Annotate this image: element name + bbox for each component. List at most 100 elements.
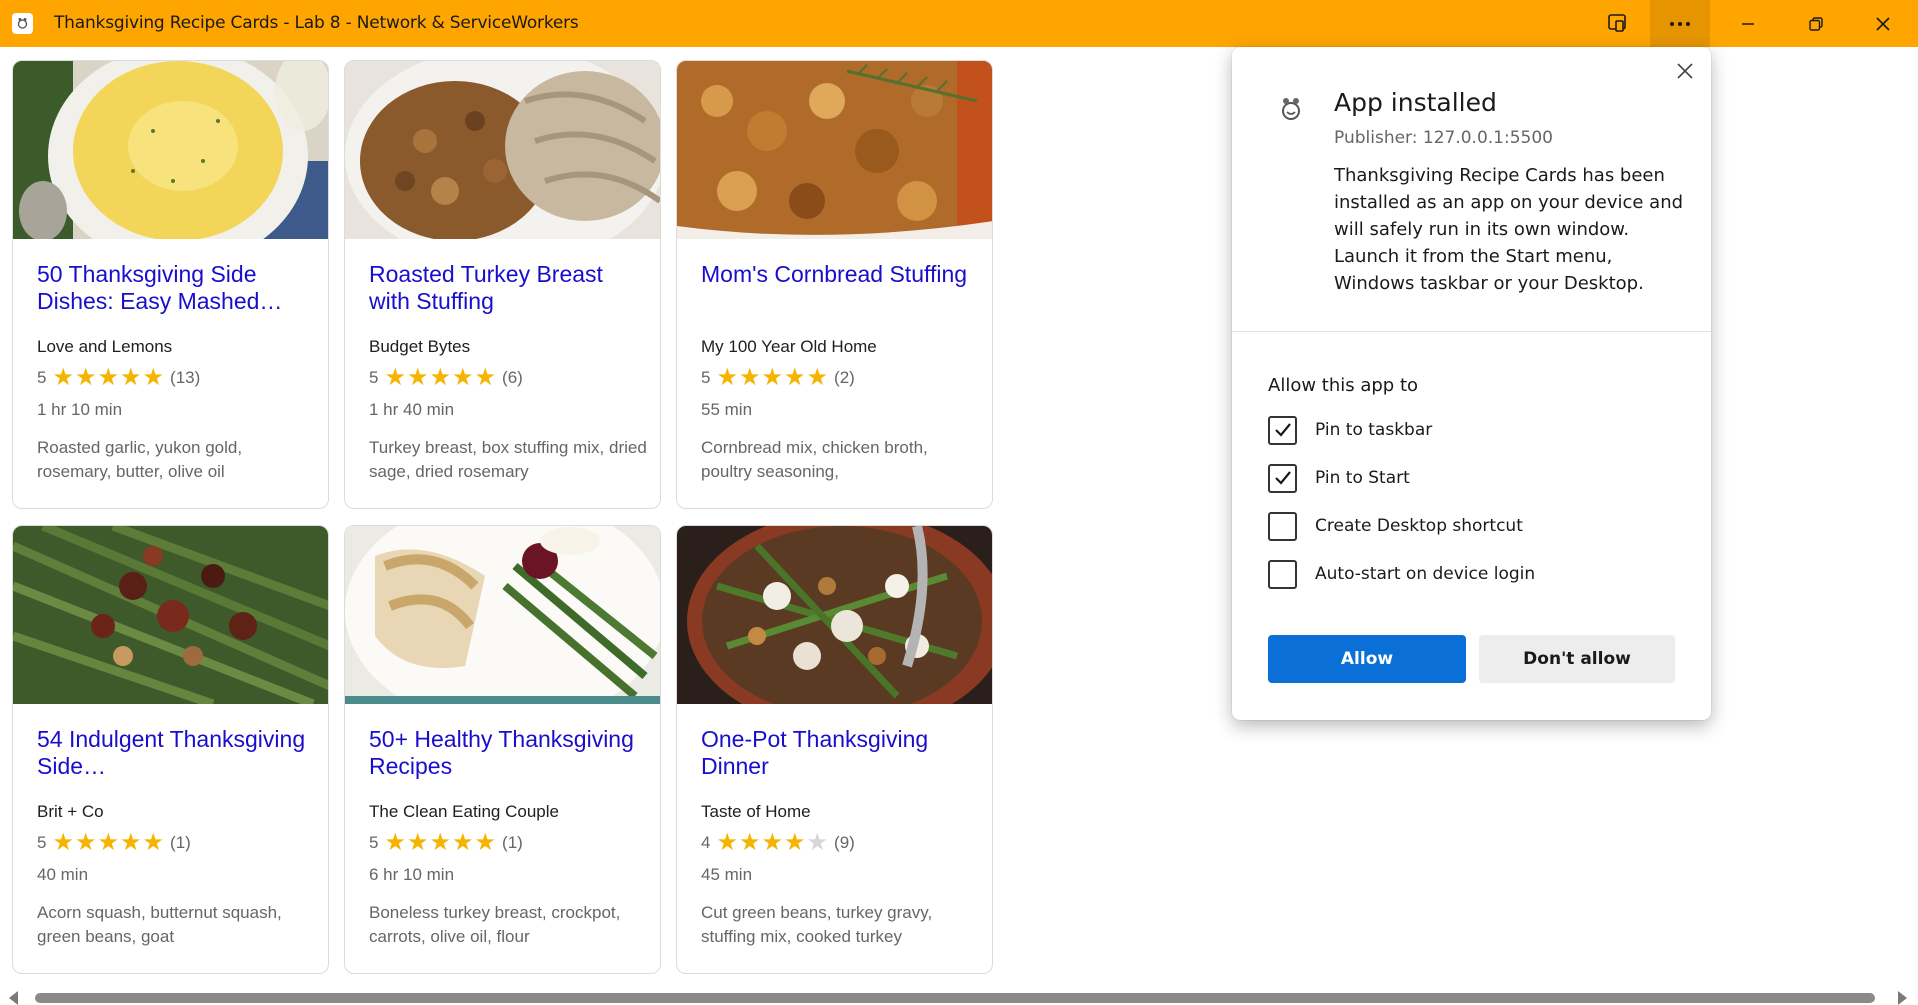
close-icon: [1876, 16, 1890, 31]
star-icon: ★: [452, 364, 474, 391]
cornbread-stuffing-photo: [677, 61, 992, 239]
dont-allow-button[interactable]: Don't allow: [1479, 635, 1675, 683]
close-window-button[interactable]: [1853, 0, 1913, 47]
star-rating: ★ ★ ★ ★ ★: [52, 364, 164, 391]
recipe-card[interactable]: 50+ Healthy Thanksgiving Recipes The Cle…: [344, 525, 661, 974]
star-icon: ★: [716, 364, 738, 391]
checkmark-icon: [1274, 423, 1291, 437]
recipe-rating: 4 ★ ★ ★ ★ ★ (9): [701, 829, 855, 856]
star-icon: ★: [784, 364, 806, 391]
option-pin-to-start[interactable]: Pin to Start: [1268, 463, 1410, 493]
star-icon: ★: [120, 364, 142, 391]
recipe-rating: 5 ★ ★ ★ ★ ★ (6): [369, 364, 523, 391]
recipe-time: 40 min: [37, 865, 89, 884]
recipe-ingredients: Turkey breast, box stuffing mix, dried s…: [369, 438, 647, 481]
rating-count: (6): [502, 368, 523, 387]
option-auto-start[interactable]: Auto-start on device login: [1268, 559, 1535, 589]
recipe-card[interactable]: 50 Thanksgiving Side Dishes: Easy Mashed…: [12, 60, 329, 509]
auto-start-checkbox[interactable]: [1268, 559, 1297, 589]
allow-heading: Allow this app to: [1268, 375, 1419, 396]
rating-value: 5: [369, 833, 379, 852]
rating-count: (2): [834, 368, 855, 387]
turkey-plate-photo: [345, 526, 660, 704]
recipe-ingredients: Cut green beans, turkey gravy, stuffing …: [701, 903, 933, 946]
dialog-body: Thanksgiving Recipe Cards has been insta…: [1334, 165, 1684, 294]
recipe-source: Brit + Co: [37, 802, 104, 821]
scroll-right-arrow-icon[interactable]: [1898, 991, 1907, 1005]
rating-value: 5: [37, 368, 47, 387]
recipe-title[interactable]: 50 Thanksgiving Side Dishes: Easy Mashed…: [37, 261, 307, 315]
recipe-ingredients: Acorn squash, butternut squash, green be…: [37, 903, 282, 946]
pin-taskbar-checkbox[interactable]: [1268, 415, 1297, 445]
star-icon: ★: [429, 829, 452, 856]
option-label: Pin to taskbar: [1315, 420, 1433, 440]
option-pin-to-taskbar[interactable]: Pin to taskbar: [1268, 415, 1432, 445]
recipe-ingredients: Cornbread mix, chicken broth, poultry se…: [701, 438, 928, 481]
recipe-title[interactable]: One-Pot Thanksgiving Dinner: [701, 726, 971, 780]
rating-count: (1): [170, 833, 191, 852]
rating-value: 5: [37, 833, 47, 852]
recipe-title[interactable]: Mom's Cornbread Stuffing: [701, 261, 971, 288]
recipe-time: 45 min: [701, 865, 753, 884]
rating-count: (13): [170, 368, 201, 387]
recipe-time: 1 hr 40 min: [369, 400, 455, 419]
dialog-close-button[interactable]: [1673, 59, 1697, 83]
rating-value: 5: [369, 368, 379, 387]
star-icon: ★: [474, 829, 497, 856]
star-icon: ★: [74, 829, 97, 856]
checkmark-icon: [1274, 471, 1291, 485]
desktop-shortcut-checkbox[interactable]: [1268, 511, 1297, 541]
star-rating: ★ ★ ★ ★ ★: [716, 829, 828, 856]
star-icon: ★: [761, 364, 784, 391]
pin-start-checkbox[interactable]: [1268, 463, 1297, 493]
turkey-and-stuffing-photo: [345, 61, 660, 239]
recipe-card[interactable]: 54 Indulgent Thanksgiving Side… Brit + C…: [12, 525, 329, 974]
recipe-source: Budget Bytes: [369, 337, 471, 356]
allow-button[interactable]: Allow: [1268, 635, 1466, 683]
scrollbar-thumb[interactable]: [35, 993, 1875, 1003]
recipe-card[interactable]: Roasted Turkey Breast with Stuffing Budg…: [344, 60, 661, 509]
star-icon: ★: [738, 829, 761, 856]
star-rating: ★ ★ ★ ★ ★: [384, 829, 497, 856]
rating-count: (1): [502, 833, 523, 852]
app-logo-icon: [1282, 98, 1300, 120]
minimize-button[interactable]: [1718, 0, 1778, 47]
star-rating: ★ ★ ★ ★ ★: [716, 364, 828, 391]
option-label: Auto-start on device login: [1315, 564, 1536, 584]
close-icon: [1677, 63, 1693, 79]
star-icon: ★: [406, 829, 429, 856]
recipe-title[interactable]: 54 Indulgent Thanksgiving Side…: [37, 726, 307, 780]
recipe-card[interactable]: Mom's Cornbread Stuffing My 100 Year Old…: [676, 60, 993, 509]
star-rating: ★ ★ ★ ★ ★: [384, 364, 497, 391]
rating-count: (9): [834, 833, 855, 852]
rating-value: 5: [701, 368, 711, 387]
star-icon: ★: [384, 829, 406, 856]
cast-icon: [1608, 13, 1626, 32]
app-installed-dialog: App installed Publisher: 127.0.0.1:5500 …: [1232, 47, 1711, 720]
recipe-ingredients: Boneless turkey breast, crockpot, carrot…: [369, 903, 621, 946]
star-icon: ★: [761, 829, 784, 856]
star-rating: ★ ★ ★ ★ ★: [52, 829, 165, 856]
option-label: Pin to Start: [1315, 468, 1410, 488]
recipe-time: 6 hr 10 min: [369, 865, 455, 884]
star-icon: ★: [784, 829, 806, 856]
recipe-title[interactable]: 50+ Healthy Thanksgiving Recipes: [369, 726, 639, 780]
star-icon: ★: [52, 829, 74, 856]
green-beans-photo: [13, 526, 328, 704]
maximize-icon: [1809, 16, 1823, 31]
cast-button[interactable]: [1587, 0, 1647, 47]
star-icon: ★: [120, 829, 142, 856]
recipe-card[interactable]: One-Pot Thanksgiving Dinner Taste of Hom…: [676, 525, 993, 974]
star-icon: ★: [474, 364, 497, 391]
star-icon: ★: [384, 364, 406, 391]
star-icon: ★: [406, 364, 429, 391]
recipe-title[interactable]: Roasted Turkey Breast with Stuffing: [369, 261, 639, 315]
star-icon: ★: [142, 829, 165, 856]
scroll-left-arrow-icon[interactable]: [9, 991, 18, 1005]
maximize-button[interactable]: [1786, 0, 1846, 47]
recipe-source: Taste of Home: [701, 802, 811, 821]
mashed-potatoes-photo: [13, 61, 328, 239]
option-desktop-shortcut[interactable]: Create Desktop shortcut: [1268, 511, 1523, 541]
star-icon: ★: [74, 364, 97, 391]
more-options-button[interactable]: [1650, 0, 1710, 47]
